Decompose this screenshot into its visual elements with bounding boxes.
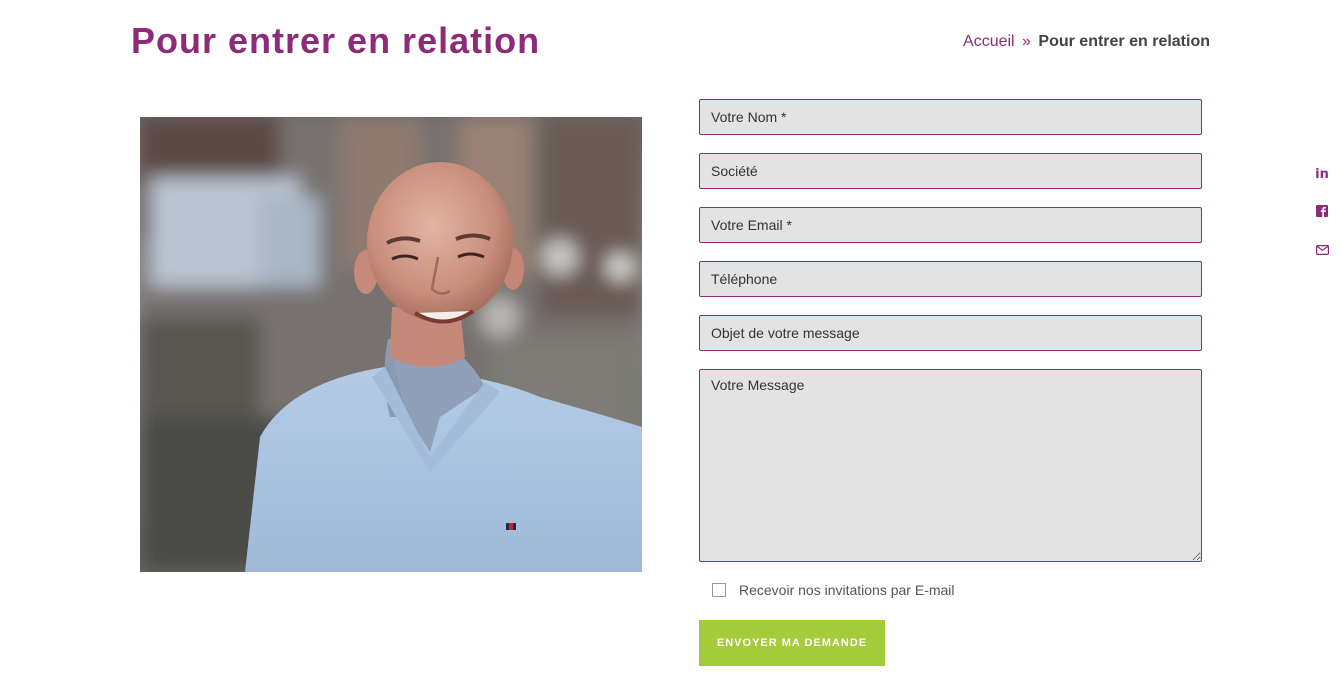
page-title: Pour entrer en relation (131, 20, 541, 61)
company-field[interactable] (699, 153, 1202, 189)
breadcrumb: Accueil » Pour entrer en relation (963, 33, 1210, 51)
newsletter-label[interactable]: Recevoir nos invitations par E-mail (739, 582, 955, 598)
phone-field[interactable] (699, 261, 1202, 297)
portrait-photo (140, 117, 642, 572)
submit-button[interactable]: ENVOYER MA DEMANDE (699, 620, 885, 666)
newsletter-option: Recevoir nos invitations par E-mail (712, 582, 955, 598)
breadcrumb-separator: » (1022, 33, 1031, 50)
message-field[interactable] (699, 369, 1202, 562)
breadcrumb-home-link[interactable]: Accueil (963, 33, 1015, 50)
portrait-illustration (140, 117, 642, 572)
subject-field[interactable] (699, 315, 1202, 351)
social-sidebar: in (1312, 165, 1332, 285)
name-field[interactable] (699, 99, 1202, 135)
breadcrumb-current: Pour entrer en relation (1038, 33, 1210, 50)
mail-icon[interactable] (1312, 245, 1332, 265)
facebook-icon[interactable] (1312, 205, 1332, 225)
newsletter-checkbox[interactable] (712, 583, 726, 597)
linkedin-icon[interactable]: in (1312, 165, 1332, 185)
email-field[interactable] (699, 207, 1202, 243)
